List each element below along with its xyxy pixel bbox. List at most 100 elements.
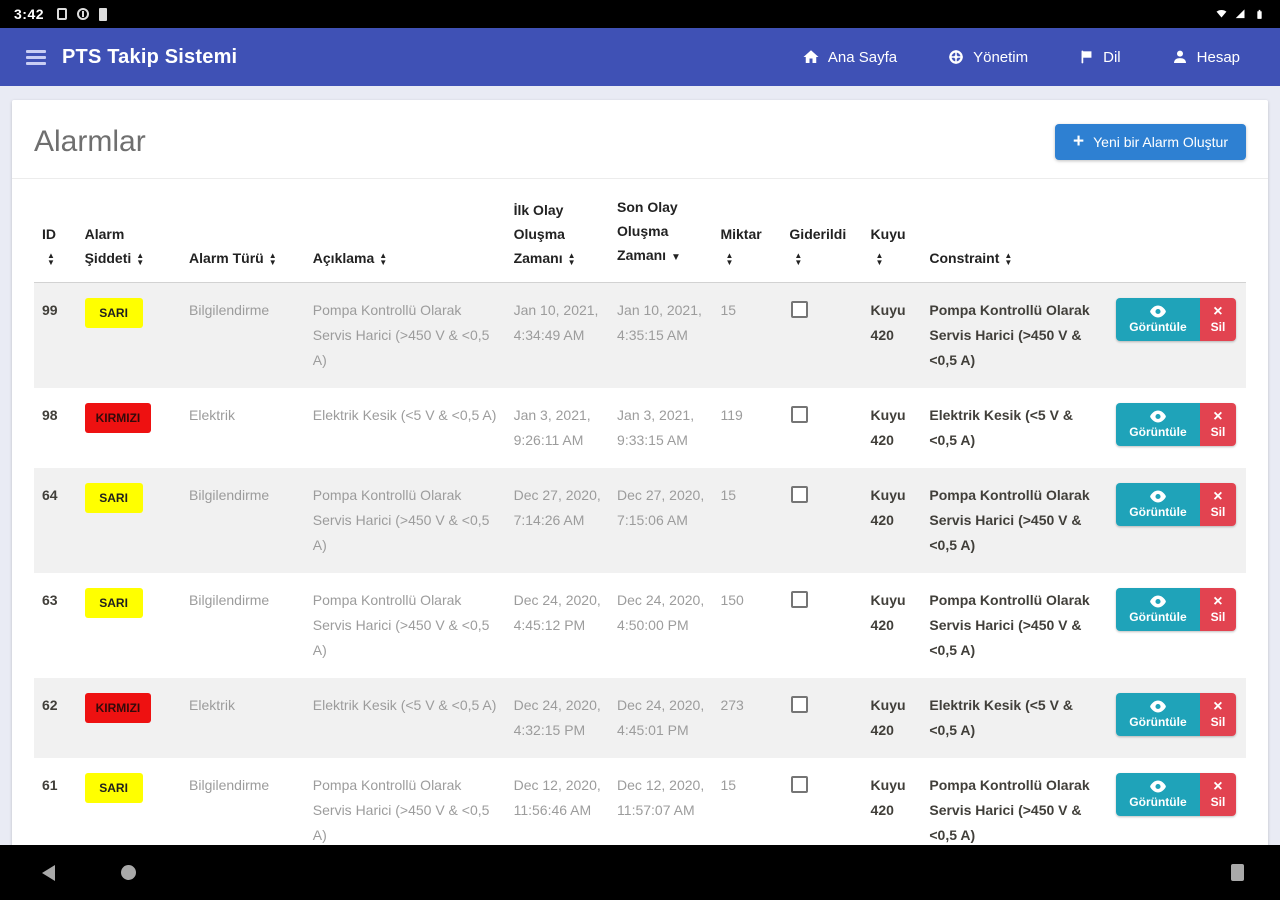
column-header-constraint[interactable]: Constraint▲▼ — [921, 179, 1108, 283]
page-content: Alarmlar + Yeni bir Alarm Oluştur ID▲▼ A… — [0, 86, 1280, 845]
android-status-bar: 3:42 — [0, 0, 1280, 28]
cell-first-event-time: Dec 24, 2020, 4:32:15 PM — [506, 678, 609, 758]
column-header-id[interactable]: ID▲▼ — [34, 179, 77, 283]
delete-button-label: Sil — [1211, 505, 1226, 519]
status-time: 3:42 — [14, 6, 44, 22]
eye-icon — [1149, 595, 1167, 608]
cell-constraint: Pompa Kontrollü Olarak Servis Harici (>4… — [921, 283, 1108, 389]
delete-button[interactable]: × Sil — [1200, 693, 1236, 736]
create-alarm-button-label: Yeni bir Alarm Oluştur — [1093, 134, 1228, 150]
view-button[interactable]: Görüntüle — [1116, 693, 1200, 736]
cell-description: Pompa Kontrollü Olarak Servis Harici (>4… — [305, 758, 506, 845]
resolved-checkbox[interactable] — [791, 406, 808, 423]
cell-severity: SARI — [77, 283, 181, 389]
cell-severity: SARI — [77, 468, 181, 573]
home-circle-icon[interactable] — [121, 865, 136, 880]
nav-item-home[interactable]: Ana Sayfa — [802, 48, 897, 66]
resolved-checkbox[interactable] — [791, 301, 808, 318]
resolved-checkbox[interactable] — [791, 486, 808, 503]
sort-icon: ▲▼ — [876, 252, 885, 266]
cell-description: Elektrik Kesik (<5 V & <0,5 A) — [305, 678, 506, 758]
row-actions: Görüntüle × Sil — [1116, 773, 1236, 816]
nav-item-language[interactable]: Dil — [1078, 48, 1121, 66]
cell-actions: Görüntüle × Sil — [1108, 573, 1246, 678]
cell-last-event-time: Jan 10, 2021, 4:35:15 AM — [609, 283, 712, 389]
status-left-icons — [57, 8, 107, 21]
x-icon: × — [1213, 780, 1222, 793]
user-icon — [1171, 48, 1189, 66]
x-icon: × — [1213, 700, 1222, 713]
cell-well: Kuyu 420 — [863, 388, 922, 468]
table-row: 63 SARI Bilgilendirme Pompa Kontrollü Ol… — [34, 573, 1246, 678]
card-header: Alarmlar + Yeni bir Alarm Oluştur — [12, 100, 1268, 179]
nav-items: Ana Sayfa Yönetim Dil Hesap — [802, 48, 1254, 66]
cell-resolved — [781, 283, 862, 389]
cell-well: Kuyu 420 — [863, 678, 922, 758]
eye-icon — [1149, 700, 1167, 713]
cell-constraint: Pompa Kontrollü Olarak Servis Harici (>4… — [921, 468, 1108, 573]
row-actions: Görüntüle × Sil — [1116, 298, 1236, 341]
cell-resolved — [781, 388, 862, 468]
cell-alarm-type: Bilgilendirme — [181, 573, 305, 678]
back-icon[interactable] — [42, 865, 55, 881]
cell-alarm-type: Bilgilendirme — [181, 283, 305, 389]
cell-amount: 150 — [712, 573, 781, 678]
view-button-label: Görüntüle — [1129, 715, 1186, 729]
view-button[interactable]: Görüntüle — [1116, 298, 1200, 341]
column-header-alarm-type[interactable]: Alarm Türü▲▼ — [181, 179, 305, 283]
delete-button[interactable]: × Sil — [1200, 403, 1236, 446]
page-title: Alarmlar — [34, 125, 146, 159]
column-header-description[interactable]: Açıklama▲▼ — [305, 179, 506, 283]
delete-button[interactable]: × Sil — [1200, 298, 1236, 341]
cell-actions: Görüntüle × Sil — [1108, 758, 1246, 845]
cell-well: Kuyu 420 — [863, 758, 922, 845]
nav-item-label: Dil — [1103, 49, 1121, 66]
severity-badge: SARI — [85, 773, 143, 803]
x-icon: × — [1213, 490, 1222, 503]
cell-description: Elektrik Kesik (<5 V & <0,5 A) — [305, 388, 506, 468]
column-header-amount[interactable]: Miktar▲▼ — [712, 179, 781, 283]
battery-notification-icon — [99, 8, 107, 21]
column-header-resolved[interactable]: Giderildi▲▼ — [781, 179, 862, 283]
resolved-checkbox[interactable] — [791, 591, 808, 608]
sort-icon: ▲▼ — [47, 252, 56, 266]
recents-icon[interactable] — [1231, 864, 1244, 881]
cell-last-event-time: Jan 3, 2021, 9:33:15 AM — [609, 388, 712, 468]
nav-item-account[interactable]: Hesap — [1171, 48, 1240, 66]
column-header-first-event-time[interactable]: İlk Olay Oluşma Zamanı▲▼ — [506, 179, 609, 283]
cell-actions: Görüntüle × Sil — [1108, 678, 1246, 758]
nav-item-label: Hesap — [1197, 49, 1240, 66]
view-button[interactable]: Görüntüle — [1116, 773, 1200, 816]
column-header-severity[interactable]: Alarm Şiddeti▲▼ — [77, 179, 181, 283]
row-actions: Görüntüle × Sil — [1116, 693, 1236, 736]
delete-button-label: Sil — [1211, 320, 1226, 334]
delete-button[interactable]: × Sil — [1200, 483, 1236, 526]
column-header-well[interactable]: Kuyu▲▼ — [863, 179, 922, 283]
delete-button[interactable]: × Sil — [1200, 773, 1236, 816]
screen: 3:42 PTS Takip Sistemi Ana Sayfa Yönetim — [0, 0, 1280, 900]
cell-id: 61 — [34, 758, 77, 845]
severity-badge: SARI — [85, 483, 143, 513]
cell-amount: 15 — [712, 468, 781, 573]
cell-alarm-type: Elektrik — [181, 388, 305, 468]
cell-resolved — [781, 678, 862, 758]
severity-badge: KIRMIZI — [85, 403, 152, 433]
eye-icon — [1149, 410, 1167, 423]
resolved-checkbox[interactable] — [791, 696, 808, 713]
cell-id: 99 — [34, 283, 77, 389]
eye-icon — [1149, 780, 1167, 793]
view-button[interactable]: Görüntüle — [1116, 483, 1200, 526]
plus-icon: + — [1073, 136, 1084, 148]
create-alarm-button[interactable]: + Yeni bir Alarm Oluştur — [1055, 124, 1246, 160]
delete-button[interactable]: × Sil — [1200, 588, 1236, 631]
hamburger-menu-icon[interactable] — [26, 50, 46, 65]
eye-icon — [1149, 305, 1167, 318]
cell-actions: Görüntüle × Sil — [1108, 388, 1246, 468]
nav-item-admin[interactable]: Yönetim — [947, 48, 1028, 66]
cell-resolved — [781, 573, 862, 678]
view-button[interactable]: Görüntüle — [1116, 588, 1200, 631]
column-header-last-event-time[interactable]: Son Olay Oluşma Zamanı▼ — [609, 179, 712, 283]
sort-icon: ▼ — [671, 246, 681, 270]
resolved-checkbox[interactable] — [791, 776, 808, 793]
view-button[interactable]: Görüntüle — [1116, 403, 1200, 446]
